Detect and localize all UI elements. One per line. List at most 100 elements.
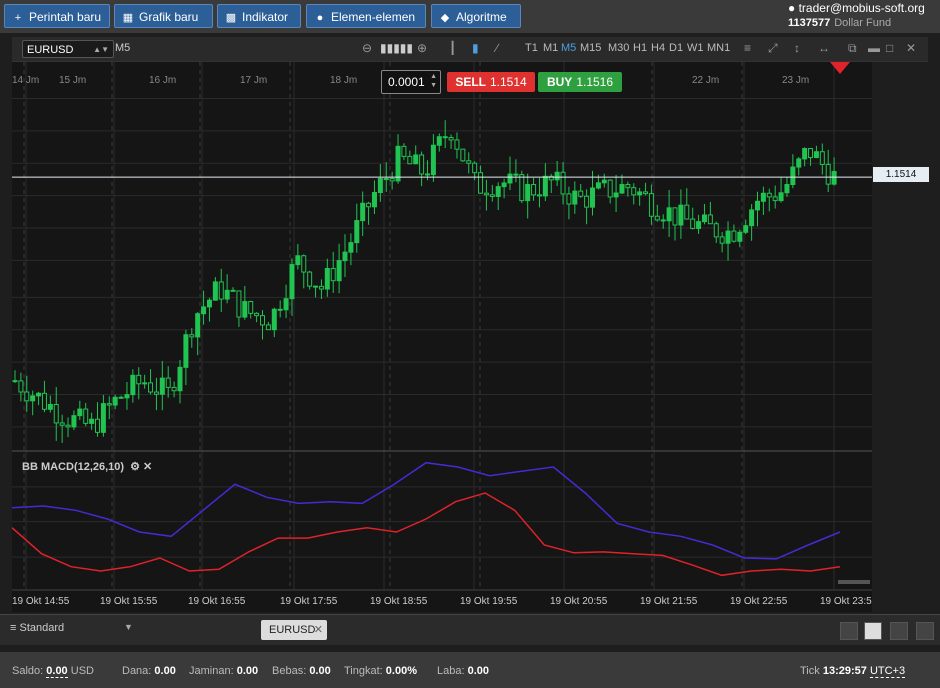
dana-label: Dana: — [122, 665, 152, 677]
layout-columns-icon[interactable] — [890, 622, 908, 640]
tab-timeframe-m30[interactable]: M30 — [608, 42, 629, 54]
tab-timeframe-m1[interactable]: M1 — [543, 42, 558, 54]
candle — [124, 394, 130, 399]
candle — [224, 289, 230, 300]
time-label: 19 Okt 21:55 — [640, 596, 698, 607]
symbol-select[interactable]: EURUSD ▲▼ — [22, 40, 114, 58]
candle — [371, 192, 377, 208]
horizontal-scrollbar — [838, 580, 870, 584]
chart-canvas[interactable]: 1.15311.15241.15171.15101.15031.14961.14… — [11, 62, 916, 612]
candle — [637, 191, 643, 196]
candle — [513, 173, 519, 176]
new-order-button[interactable]: + Perintah baru — [4, 4, 110, 28]
tab-timeframe-m5[interactable]: M5 — [561, 42, 576, 54]
candle — [430, 144, 436, 176]
time-label: 19 Okt 15:55 — [100, 596, 158, 607]
candle — [525, 184, 531, 202]
popout-icon[interactable]: ⧉ — [848, 41, 857, 56]
chart-tab-eurusd[interactable]: EURUSD ✕ — [261, 620, 327, 640]
candle — [24, 391, 30, 402]
tick-label: Tick — [800, 665, 820, 677]
candle — [342, 251, 348, 262]
plus-icon: + — [14, 12, 22, 24]
saldo-ccy: USD — [70, 665, 94, 677]
template-select[interactable]: ≡ Standard — [10, 622, 64, 634]
candle — [784, 184, 790, 194]
candle — [136, 374, 142, 385]
candle — [36, 392, 42, 397]
bebas: Bebas: 0.00 — [272, 665, 331, 677]
spinner-icon[interactable]: ▲ ▼ — [430, 72, 437, 90]
candle — [542, 175, 548, 197]
vertical-scale-icon[interactable]: ↕ — [794, 41, 800, 55]
line-type-icon[interactable]: ∕ — [496, 41, 498, 55]
expand-icon[interactable]: ⤢ — [768, 41, 778, 56]
candle — [825, 163, 831, 185]
zoom-slider[interactable]: ▮▮▮▮▮ — [380, 41, 413, 55]
chart-icon: ▦ — [122, 12, 134, 24]
candle — [77, 408, 83, 417]
candle — [95, 418, 100, 433]
bar-type-icon[interactable]: ┃ — [449, 41, 456, 55]
maximize-icon[interactable]: □ — [886, 41, 893, 55]
candle — [336, 260, 342, 282]
candle — [760, 192, 766, 202]
candle — [413, 154, 419, 165]
tab-timeframe-h1[interactable]: H1 — [633, 42, 647, 54]
elements-label: Elemen-elemen — [331, 10, 416, 24]
close-tab-icon[interactable]: ✕ — [314, 620, 323, 640]
elements-button[interactable]: ● Elemen-elemen — [306, 4, 426, 28]
tab-timeframe-w1[interactable]: W1 — [687, 42, 704, 54]
candle — [30, 395, 36, 402]
layout-grid-icon[interactable] — [864, 622, 882, 640]
buy-button[interactable]: BUY 1.1516 — [538, 72, 622, 92]
price-chart[interactable]: 1.15311.15241.15171.15101.15031.14961.14… — [11, 62, 916, 612]
close-indicator-icon[interactable]: ✕ — [143, 461, 152, 473]
user-icon: ● — [788, 1, 796, 15]
candle — [377, 178, 383, 194]
timezone-select[interactable]: UTC+3 — [869, 665, 906, 678]
candle — [678, 204, 684, 226]
close-icon[interactable]: ✕ — [906, 41, 916, 55]
candle — [330, 267, 336, 282]
layout-rows-icon[interactable] — [916, 622, 934, 640]
candle-type-icon[interactable]: ▮ — [472, 41, 479, 55]
candle — [472, 162, 478, 174]
lot-input[interactable]: 0.0001 ▲ ▼ — [381, 70, 441, 94]
tab-timeframe-mn1[interactable]: MN1 — [707, 42, 730, 54]
candle — [460, 148, 466, 162]
indicators-button[interactable]: ▩ Indikator — [217, 4, 301, 28]
gear-icon[interactable]: ⚙ — [130, 461, 140, 473]
zoom-out-icon[interactable]: ⊖ — [362, 41, 372, 55]
candle — [265, 324, 271, 331]
sell-button[interactable]: SELL 1.1514 — [447, 72, 535, 92]
candle — [100, 403, 106, 433]
candle — [383, 178, 389, 181]
macd-upper-line — [11, 461, 841, 560]
tab-timeframe-m15[interactable]: M15 — [580, 42, 601, 54]
tab-timeframe-t1[interactable]: T1 — [525, 42, 538, 54]
saldo-value[interactable]: 0.00 — [46, 665, 68, 678]
indicators-icon[interactable]: ≡ — [744, 41, 751, 55]
horizontal-scale-icon[interactable]: ↔ — [818, 41, 830, 55]
tab-timeframe-d1[interactable]: D1 — [669, 42, 683, 54]
account-info[interactable]: ● trader@mobius-soft.org 1137577 Dollar F… — [788, 1, 934, 29]
zoom-in-icon[interactable]: ⊕ — [417, 41, 427, 55]
candle — [230, 289, 236, 292]
chevron-down-icon[interactable]: ▼ — [124, 622, 133, 632]
candle — [483, 192, 489, 196]
candle — [584, 195, 590, 208]
candle — [554, 171, 560, 181]
dana-value: 0.00 — [154, 665, 176, 677]
time-label: 19 Okt 17:55 — [280, 596, 338, 607]
candle — [607, 179, 613, 198]
candle — [796, 158, 802, 168]
new-chart-button[interactable]: ▦ Grafik baru — [114, 4, 213, 28]
tab-timeframe-h4[interactable]: H4 — [651, 42, 665, 54]
layout-single-icon[interactable] — [840, 622, 858, 640]
algorithms-button[interactable]: ◆ Algoritme — [431, 4, 521, 28]
new-order-label: Perintah baru — [29, 10, 102, 24]
candle — [613, 192, 619, 198]
minimize-icon[interactable]: ▬ — [868, 41, 880, 55]
candle — [778, 192, 784, 202]
